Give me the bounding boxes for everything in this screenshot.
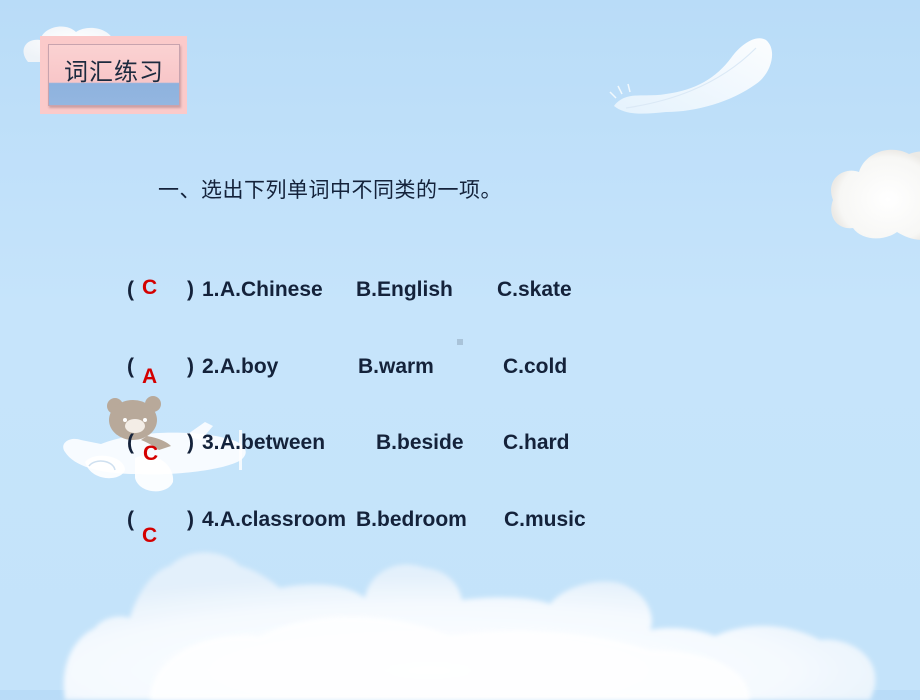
slide: 词汇练习 一、选出下列单词中不同类的一项。 ( ) 1. A.Chinese B… — [0, 0, 920, 700]
option-c: C.music — [504, 508, 586, 531]
cloud-icon — [831, 149, 920, 240]
answer-mark: C — [142, 276, 158, 299]
question-number: 2. — [202, 355, 220, 378]
cloud-icon — [63, 552, 876, 700]
section-title-badge: 词汇练习 — [40, 36, 187, 114]
instruction-text: 一、选出下列单词中不同类的一项。 — [158, 178, 502, 202]
option-a: A.between — [220, 431, 326, 454]
option-a: A.classroom — [220, 508, 347, 531]
close-paren: ) — [187, 355, 194, 378]
open-paren: ( — [127, 508, 134, 531]
section-title: 词汇练习 — [64, 58, 164, 86]
answer-mark: A — [142, 365, 158, 388]
placeholder-marker — [457, 339, 463, 345]
close-paren: ) — [187, 431, 194, 454]
option-c: C.skate — [497, 278, 572, 301]
option-b: B.bedroom — [356, 508, 467, 531]
option-c: C.cold — [503, 355, 568, 378]
option-b: B.beside — [376, 431, 464, 454]
question-number: 1. — [202, 278, 220, 301]
option-b: B.warm — [358, 355, 434, 378]
open-paren: ( — [127, 278, 134, 301]
option-a: A.Chinese — [220, 278, 323, 301]
feather-icon — [609, 38, 773, 114]
open-paren: ( — [127, 431, 134, 454]
question-number: 3. — [202, 431, 220, 454]
option-b: B.English — [356, 278, 453, 301]
answer-mark: C — [142, 524, 158, 547]
section-title-box: 词汇练习 — [48, 44, 180, 106]
answer-mark: C — [143, 442, 159, 465]
close-paren: ) — [187, 278, 194, 301]
close-paren: ) — [187, 508, 194, 531]
option-c: C.hard — [503, 431, 570, 454]
question-number: 4. — [202, 508, 220, 531]
open-paren: ( — [127, 355, 134, 378]
option-a: A.boy — [220, 355, 279, 378]
